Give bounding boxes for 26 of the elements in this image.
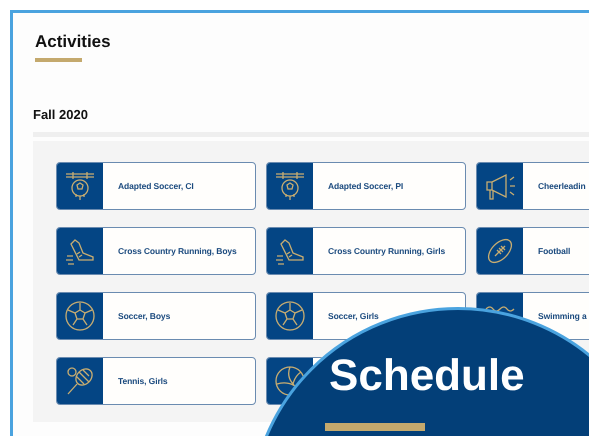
activity-label: Football [538,246,570,256]
soccer-ball-icon [273,299,307,333]
soccer-ball-icon [63,299,97,333]
activity-label: Soccer, Girls [328,311,379,321]
activity-card[interactable]: Cheerleadin [476,162,589,210]
activity-card[interactable]: Adapted Soccer, PI [266,162,466,210]
activity-label: Cross Country Running, Boys [118,246,237,256]
activity-label: Adapted Soccer, PI [328,181,404,191]
activity-label: Cheerleadin [538,181,586,191]
soccer-goal-icon [63,169,97,203]
activity-label: Tennis, Girls [118,376,168,386]
activity-label: Cross Country Running, Girls [328,246,446,256]
activity-label: Swimming a [538,311,587,321]
activity-card[interactable]: Soccer, Boys [56,292,256,340]
activity-label: Adapted Soccer, CI [118,181,194,191]
schedule-title: Schedule [329,352,525,400]
season-heading: Fall 2020 [33,107,89,123]
activity-card[interactable]: Cross Country Running, Girls [266,227,466,275]
page-title: Activities [35,31,112,53]
activity-card[interactable]: Tennis, Girls [56,357,256,405]
activity-label: Soccer, Boys [118,311,170,321]
activity-card[interactable]: Football [476,227,589,275]
soccer-goal-icon [273,169,307,203]
activity-card[interactable]: Adapted Soccer, CI [56,162,256,210]
title-underline [35,58,82,62]
activity-card[interactable]: Cross Country Running, Boys [56,227,256,275]
